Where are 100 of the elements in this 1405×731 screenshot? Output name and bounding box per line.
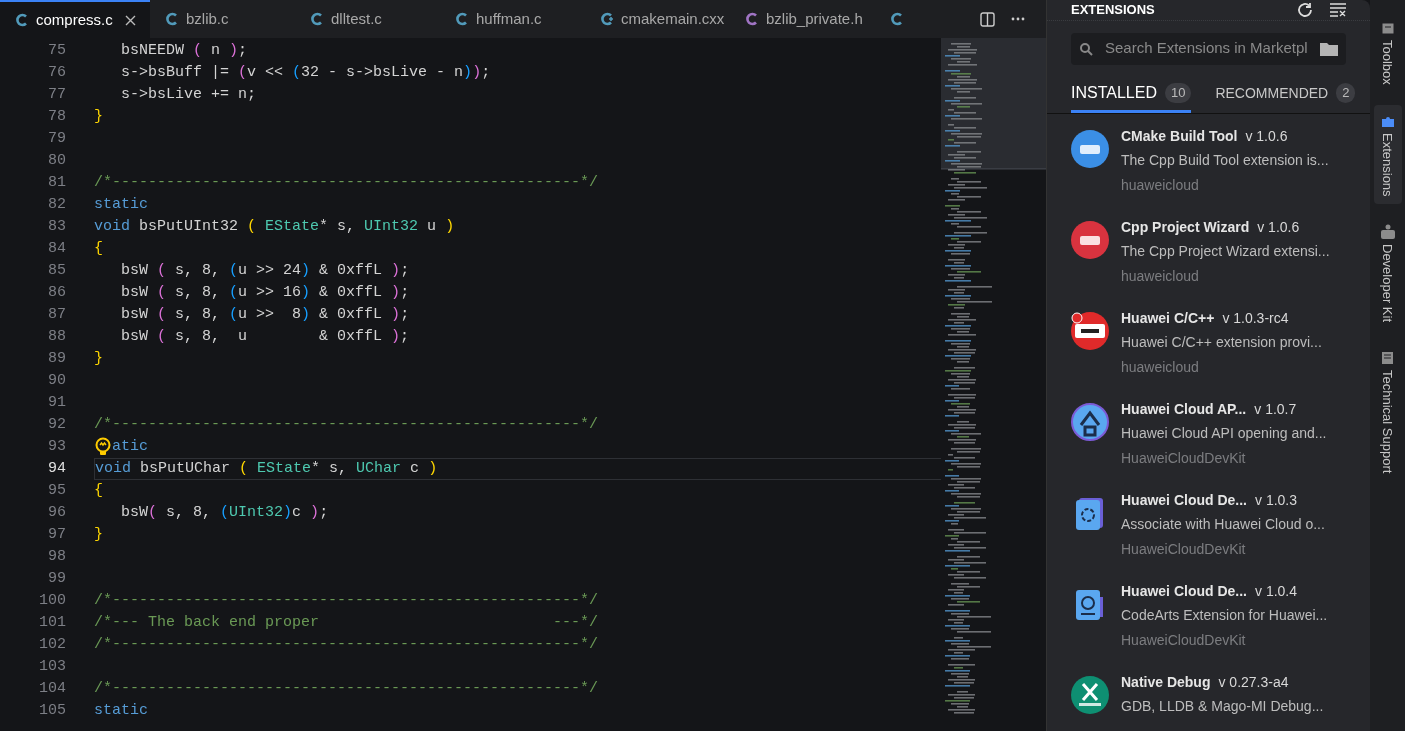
extension-item[interactable]: Huawei Cloud AP... v 1.0.7 Huawei Cloud API opening and... HuaweiCloudDevKit — [1071, 394, 1354, 486]
code-line: { — [94, 480, 103, 501]
extension-publisher: huaweicloud — [1121, 175, 1200, 195]
code-line: { — [94, 238, 103, 259]
line-number: 80 — [47, 150, 66, 171]
extension-version: v 1.0.6 — [1245, 126, 1288, 146]
clear-all-icon[interactable] — [1330, 2, 1346, 17]
extension-publisher: huaweicloud — [1121, 266, 1200, 286]
code-line: /*----------------------------------------------------*/ — [94, 678, 599, 699]
line-number: 76 — [47, 62, 66, 83]
extensions-tab[interactable]: RECOMMENDED 2 — [1215, 76, 1356, 113]
line-number: 88 — [47, 326, 66, 347]
count-badge: 2 — [1336, 83, 1356, 103]
extension-description: CodeArts Extension for Huawei... — [1121, 605, 1328, 625]
code-line: } — [94, 524, 103, 545]
line-number: 82 — [47, 194, 66, 215]
line-number: 89 — [47, 348, 66, 369]
editor-tab[interactable]: compress.c — [0, 0, 150, 38]
panel-title: EXTENSIONS — [1071, 1, 1156, 19]
code-line: bsW ( s, 8, (u >> 24) & 0xffL ); — [120, 260, 410, 281]
code-line: bsW ( s, 8, (u >> 16) & 0xffL ); — [120, 282, 410, 303]
code-line: static — [94, 194, 148, 215]
extension-item[interactable]: Huawei Cloud De... v 1.0.4 CodeArts Extension for Huawei... HuaweiCloudDevKit — [1071, 576, 1354, 668]
extension-publisher: HuaweiCloudDevKit — [1121, 630, 1247, 650]
activity-bar-item[interactable]: Extensions — [1373, 104, 1402, 205]
activity-bar-item[interactable]: Developer Kit — [1373, 216, 1402, 331]
code-line: /*----------------------------------------------------*/ — [94, 172, 599, 193]
more-icon[interactable] — [1011, 17, 1025, 21]
line-number: 81 — [47, 172, 66, 193]
c-file-icon — [456, 12, 468, 26]
extension-description: GDB, LLDB & Mago-MI Debug... — [1121, 696, 1324, 716]
extension-logo-icon — [1071, 402, 1109, 441]
line-number: 75 — [47, 40, 66, 61]
line-number: 84 — [47, 238, 66, 259]
extension-item[interactable]: Native Debug v 0.27.3-a4 GDB, LLDB & Mago-MI Debug... — [1071, 667, 1354, 731]
activity-bar-label: Developer Kit — [1379, 244, 1397, 323]
extension-item[interactable]: Huawei Cloud De... v 1.0.3 Associate with Huawei Cloud o... HuaweiCloudDevKit — [1071, 485, 1354, 577]
code-line: s->bsBuff |= (v << (32 - s->bsLive - n)); — [120, 62, 491, 83]
lightbulb-icon[interactable] — [94, 437, 112, 457]
line-number: 100 — [38, 590, 66, 611]
line-number: 101 — [38, 612, 66, 633]
line-number: 83 — [47, 216, 66, 237]
extensions-tab[interactable]: INSTALLED 10 — [1071, 76, 1192, 113]
activity-bar-item[interactable]: Technical Support — [1373, 342, 1402, 482]
line-number: 105 — [38, 700, 66, 721]
line-number: 87 — [47, 304, 66, 325]
extension-description: Huawei C/C++ extension provi... — [1121, 332, 1322, 352]
code-line: s->bsLive += n; — [120, 84, 257, 105]
extension-publisher: huaweicloud — [1121, 357, 1200, 377]
extension-logo-icon — [1071, 675, 1109, 714]
line-number: 91 — [47, 392, 66, 413]
split-editor-icon[interactable] — [980, 11, 995, 27]
line-number: 78 — [47, 106, 66, 127]
line-number: 85 — [47, 260, 66, 281]
count-badge: 10 — [1164, 83, 1192, 103]
extension-item[interactable]: CMake Build Tool v 1.0.6 The Cpp Build Tool extension is... huaweicloud — [1071, 121, 1354, 213]
code-line: } — [94, 348, 103, 369]
extension-name: Huawei Cloud De... — [1121, 490, 1247, 510]
extension-version: v 1.0.3 — [1255, 490, 1298, 510]
extension-description: Huawei Cloud API opening and... — [1121, 423, 1327, 443]
c-file-icon — [16, 13, 28, 27]
line-number: 92 — [47, 414, 66, 435]
line-number: 79 — [47, 128, 66, 149]
refresh-icon[interactable] — [1296, 0, 1314, 19]
extension-name: Native Debug — [1121, 672, 1211, 692]
support-icon — [1379, 350, 1396, 367]
code-line: atic — [112, 436, 148, 457]
code-line: /*----------------------------------------------------*/ — [94, 590, 599, 611]
extension-name: Huawei Cloud De... — [1121, 581, 1247, 601]
line-number: 104 — [38, 678, 66, 699]
extension-logo-icon — [1071, 129, 1109, 168]
code-line: static — [94, 700, 148, 721]
extension-version: v 1.0.6 — [1257, 217, 1300, 237]
search-field[interactable]: Search Extensions in Marketpl — [1071, 32, 1346, 65]
code-line: bsW( s, 8, (UInt32)c ); — [120, 502, 329, 523]
code-line: bsW ( s, 8, (u >> 8) & 0xffL ); — [120, 304, 410, 325]
line-number: 96 — [47, 502, 66, 523]
code-line: /*----------------------------------------------------*/ — [94, 414, 599, 435]
extension-description: Associate with Huawei Cloud o... — [1121, 514, 1325, 534]
extension-item[interactable]: Huawei C/C++ v 1.0.3-rc4 Huawei C/C++ extension provi... huaweicloud — [1071, 303, 1354, 395]
c-file-icon — [746, 12, 758, 26]
line-number: 95 — [47, 480, 66, 501]
extension-name: Huawei C/C++ — [1121, 308, 1215, 328]
line-number: 90 — [47, 370, 66, 391]
c-file-icon — [311, 12, 323, 26]
activity-bar-label: Technical Support — [1379, 370, 1397, 474]
code-line: bsW ( s, 8, u & 0xffL ); — [120, 326, 410, 347]
folder-icon[interactable] — [1320, 41, 1338, 56]
toolbox-icon — [1379, 20, 1396, 36]
c-file-icon — [891, 12, 903, 26]
activity-bar-label: Extensions — [1379, 132, 1397, 197]
activity-bar-item[interactable]: Toolbox — [1373, 12, 1402, 93]
extension-name: Huawei Cloud AP... — [1121, 399, 1247, 419]
close-icon[interactable] — [124, 14, 136, 26]
code-line: /*----------------------------------------------------*/ — [94, 634, 599, 655]
extension-item[interactable]: Cpp Project Wizard v 1.0.6 The Cpp Project Wizard extensi... huaweicloud — [1071, 212, 1354, 304]
line-number: 102 — [38, 634, 66, 655]
extension-name: Cpp Project Wizard — [1121, 217, 1250, 237]
search-input[interactable]: Search Extensions in Marketpl — [1105, 37, 1308, 60]
extension-logo-icon — [1071, 311, 1109, 350]
